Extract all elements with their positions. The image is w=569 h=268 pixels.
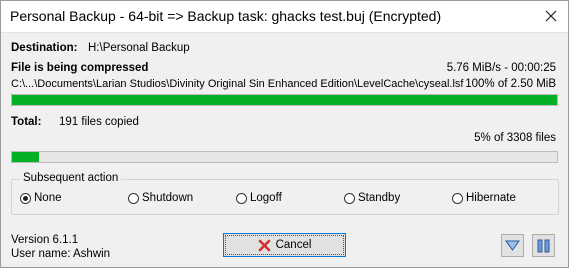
radio-label: Standby xyxy=(358,192,401,204)
radio-label: Hibernate xyxy=(466,192,516,204)
triangle-down-icon xyxy=(505,240,520,251)
radio-label: Logoff xyxy=(250,192,282,204)
subsequent-action-group: Subsequent action None Shutdown Logoff S… xyxy=(11,172,559,215)
cancel-label: Cancel xyxy=(275,239,312,251)
total-value: 191 files copied xyxy=(59,116,139,128)
radio-none[interactable]: None xyxy=(20,192,62,204)
radio-label: None xyxy=(34,192,62,204)
pause-icon xyxy=(537,239,550,252)
version-text: Version 6.1.1 xyxy=(11,234,79,246)
total-label: Total: xyxy=(11,116,42,128)
radio-circle[interactable] xyxy=(452,192,463,204)
minimize-to-tray-button[interactable] xyxy=(501,234,524,257)
destination-value: H:\Personal Backup xyxy=(88,42,190,54)
current-file-path: C:\...\Documents\Larian Studios\Divinity… xyxy=(11,78,464,90)
file-progress-fill xyxy=(12,95,557,105)
radio-circle[interactable] xyxy=(20,192,31,204)
subsequent-action-legend: Subsequent action xyxy=(20,172,122,184)
radio-label: Shutdown xyxy=(142,192,194,204)
total-progress-fill xyxy=(12,152,40,162)
radio-standby[interactable]: Standby xyxy=(344,192,400,204)
file-status-heading: File is being compressed xyxy=(11,62,149,74)
close-icon xyxy=(545,10,557,22)
total-progress-text: 5% of 3308 files xyxy=(474,132,556,144)
file-progress-text: 100% of 2.50 MiB xyxy=(465,78,556,90)
radio-selected-dot xyxy=(23,195,28,201)
transfer-speed: 5.76 MiB/s - 00:00:25 xyxy=(446,62,556,74)
window-title: Personal Backup - 64-bit => Backup task:… xyxy=(10,8,442,24)
radio-circle[interactable] xyxy=(344,192,355,204)
radio-circle[interactable] xyxy=(236,192,247,204)
pause-button[interactable] xyxy=(532,234,555,257)
file-progress-bar xyxy=(11,94,558,106)
backup-progress-window: Personal Backup - 64-bit => Backup task:… xyxy=(0,0,569,268)
user-name-text: User name: Ashwin xyxy=(11,248,111,260)
close-button[interactable] xyxy=(540,5,562,27)
radio-circle[interactable] xyxy=(128,192,139,204)
total-progress-bar xyxy=(11,151,558,163)
title-bar: Personal Backup - 64-bit => Backup task:… xyxy=(1,1,568,33)
destination-label: Destination: xyxy=(11,42,78,54)
radio-logoff[interactable]: Logoff xyxy=(236,192,282,204)
cancel-button[interactable]: Cancel xyxy=(223,233,346,257)
radio-shutdown[interactable]: Shutdown xyxy=(128,192,193,204)
red-x-icon xyxy=(258,239,270,251)
radio-hibernate[interactable]: Hibernate xyxy=(452,192,516,204)
